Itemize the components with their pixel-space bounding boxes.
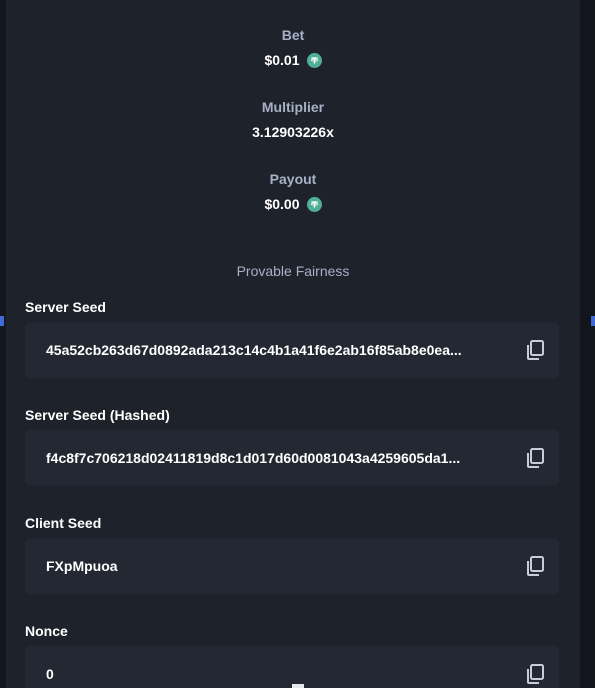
copy-icon	[527, 340, 544, 360]
server-seed-label: Server Seed	[25, 299, 106, 315]
payout-value-row: $0.00	[264, 194, 322, 214]
server-seed-value: 45a52cb263d67d0892ada213c14c4b1a41f6e2ab…	[46, 342, 462, 358]
left-edge-handle	[0, 316, 4, 326]
nonce-field[interactable]: 0	[25, 646, 559, 688]
server-seed-hashed-field[interactable]: f4c8f7c706218d02411819d8c1d017d60d008104…	[25, 430, 559, 486]
tether-coin-icon	[306, 52, 322, 68]
multiplier-label: Multiplier	[261, 99, 325, 115]
right-edge-handle	[591, 316, 595, 326]
client-seed-label: Client Seed	[25, 515, 102, 531]
bet-details-panel: Bet $0.01 Multiplier 3.12903226x Payout …	[6, 0, 580, 688]
nonce-value: 0	[46, 666, 54, 682]
bet-value: $0.01	[264, 52, 300, 68]
server-seed-hashed-label: Server Seed (Hashed)	[25, 407, 170, 423]
nonce-label: Nonce	[25, 623, 68, 639]
tether-coin-icon	[306, 196, 322, 212]
server-seed-field[interactable]: 45a52cb263d67d0892ada213c14c4b1a41f6e2ab…	[25, 322, 559, 378]
bet-details-modal: Bet $0.01 Multiplier 3.12903226x Payout …	[0, 0, 595, 688]
copy-client-seed-button[interactable]	[524, 555, 546, 577]
bet-value-row: $0.01	[264, 50, 322, 70]
payout-stat: Payout $0.00	[6, 170, 580, 214]
client-seed-value: FXpMpuoa	[46, 558, 118, 574]
copy-server-seed-hashed-button[interactable]	[524, 447, 546, 469]
copy-server-seed-button[interactable]	[524, 339, 546, 361]
multiplier-stat: Multiplier 3.12903226x	[6, 98, 580, 142]
server-seed-hashed-value: f4c8f7c706218d02411819d8c1d017d60d008104…	[46, 450, 461, 466]
multiplier-value-row: 3.12903226x	[252, 122, 334, 142]
payout-value: $0.00	[264, 196, 300, 212]
multiplier-value: 3.12903226x	[252, 124, 334, 140]
bet-label: Bet	[281, 27, 305, 43]
copy-icon	[527, 448, 544, 468]
payout-label: Payout	[269, 171, 317, 187]
bottom-edge-handle	[292, 684, 304, 688]
copy-icon	[527, 556, 544, 576]
client-seed-field[interactable]: FXpMpuoa	[25, 538, 559, 594]
copy-icon	[527, 664, 544, 684]
bet-stat: Bet $0.01	[6, 26, 580, 70]
copy-nonce-button[interactable]	[524, 663, 546, 685]
scrollbar-track[interactable]	[580, 0, 595, 688]
provable-fairness-title: Provable Fairness	[236, 263, 350, 279]
